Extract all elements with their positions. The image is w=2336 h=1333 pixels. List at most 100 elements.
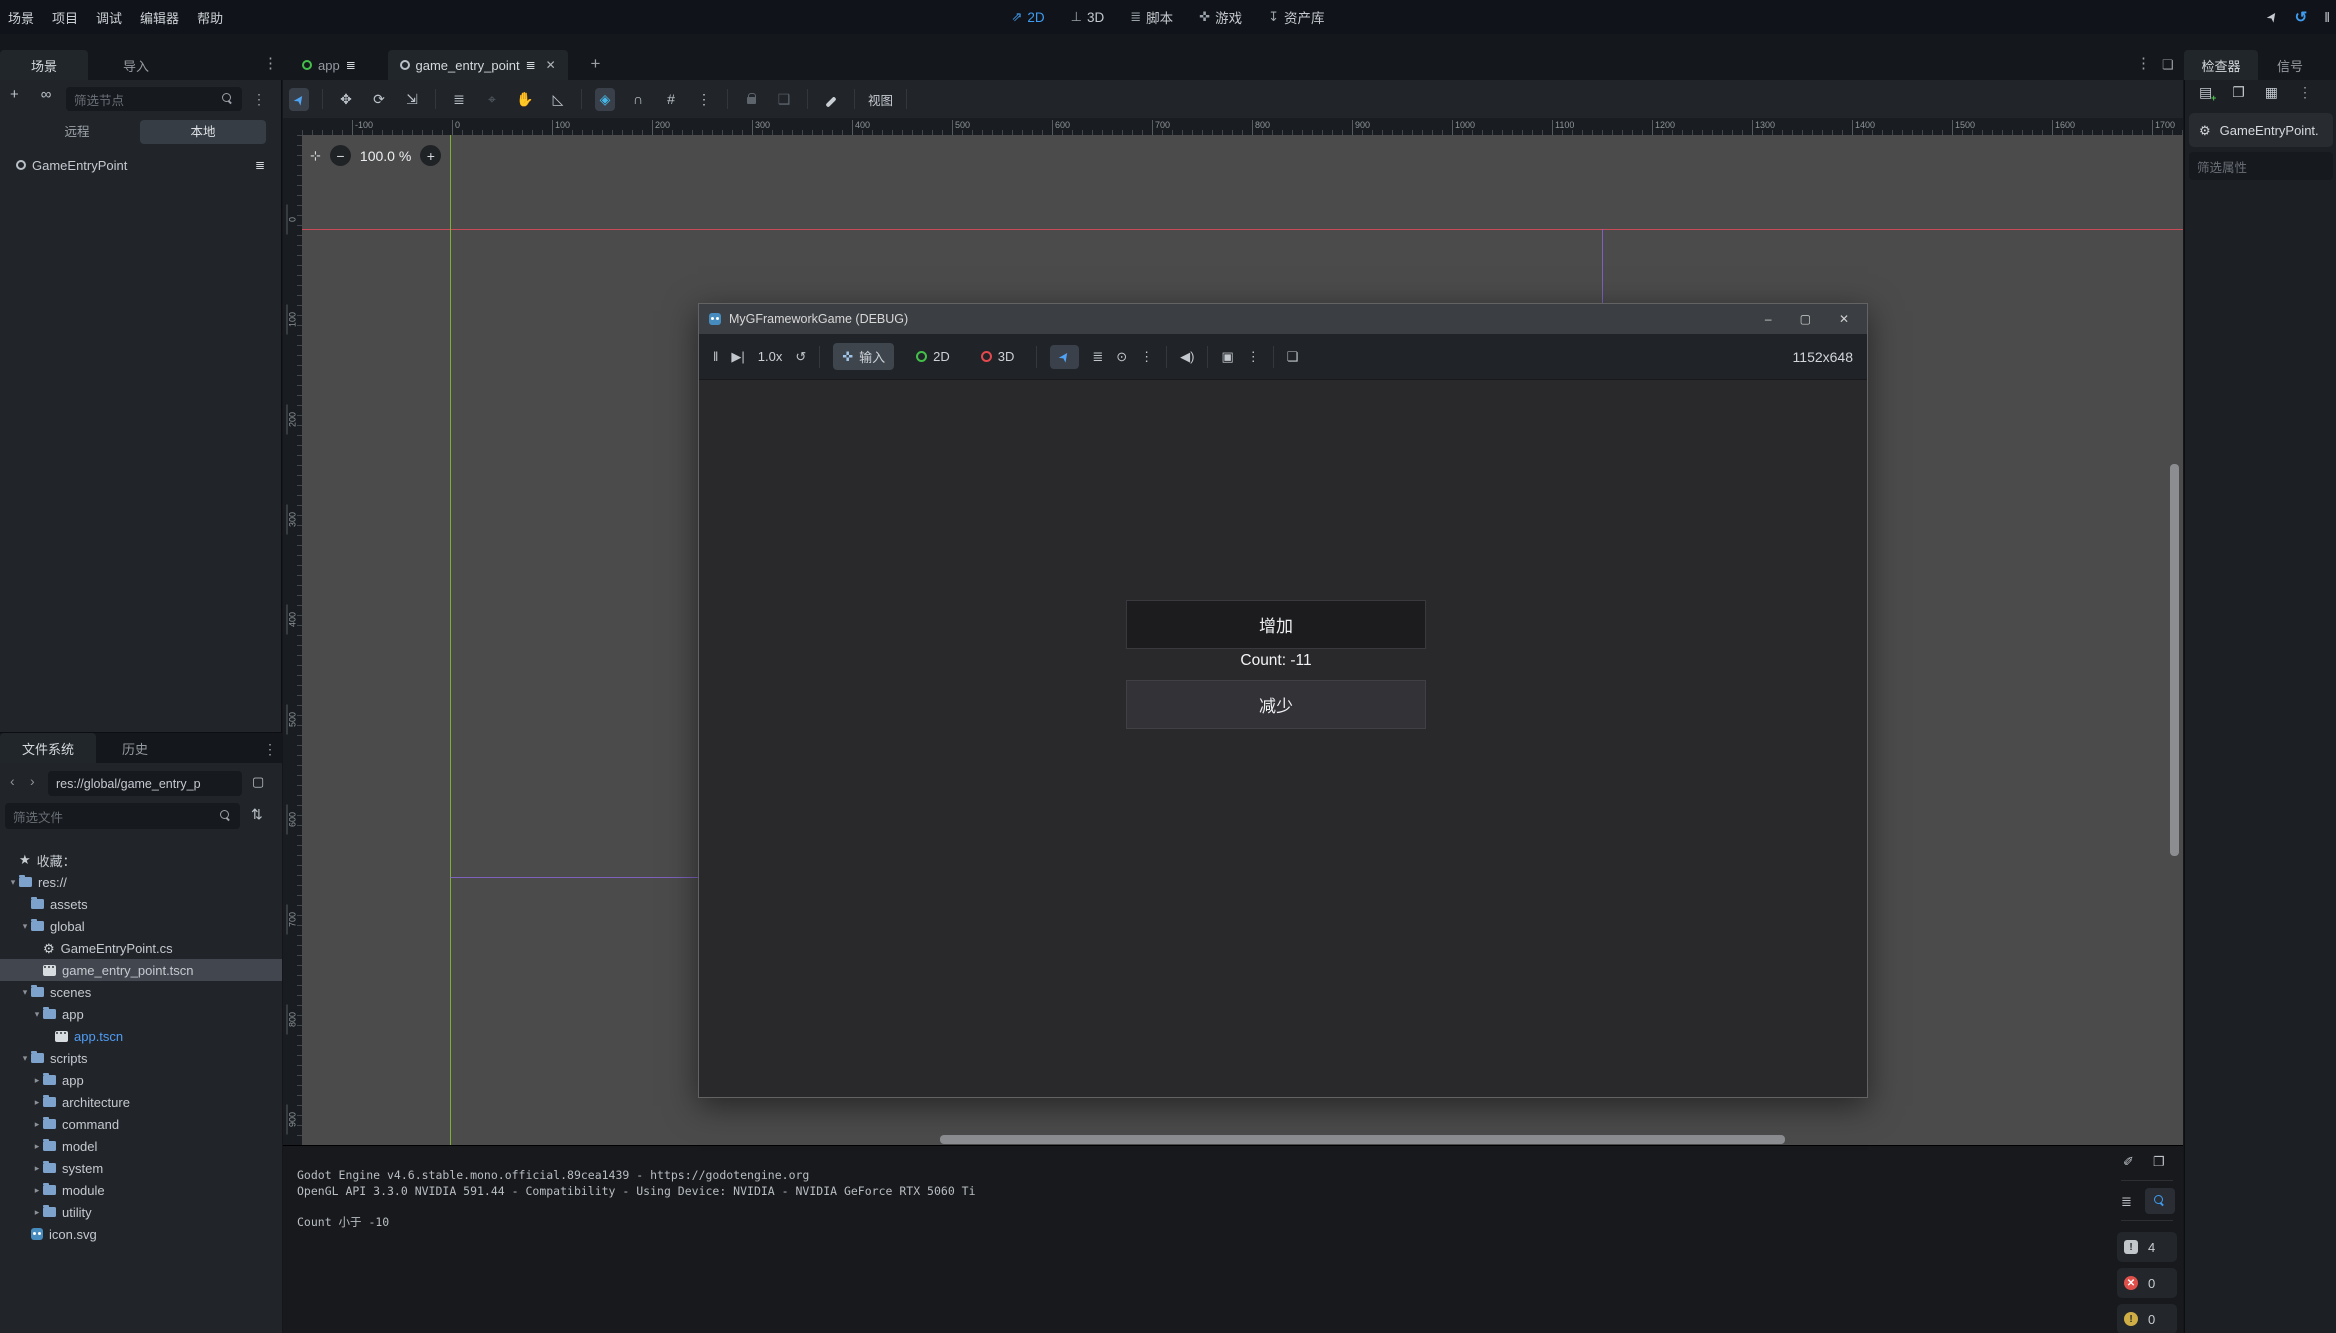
time-scale-value[interactable]: 1.0x <box>758 349 783 364</box>
snap-menu-button[interactable]: ⋮ <box>694 91 714 108</box>
menu-场景[interactable]: 场景 <box>8 8 34 27</box>
move-tool-button[interactable]: ✥ <box>336 91 356 108</box>
fs-item-assets[interactable]: assets <box>0 893 282 915</box>
fs-item-architecture[interactable]: ▸architecture <box>0 1091 282 1113</box>
fs-item-app.tscn[interactable]: app.tscn <box>0 1025 282 1047</box>
fs-item-app[interactable]: ▸app <box>0 1069 282 1091</box>
canvas-horizontal-scrollbar[interactable] <box>940 1135 1785 1144</box>
canvas-vertical-scrollbar[interactable] <box>2170 464 2179 856</box>
load-resource-icon[interactable]: ❐ <box>2232 84 2245 101</box>
chevron-down-icon[interactable]: ▾ <box>19 1053 31 1064</box>
game-window-titlebar[interactable]: MyGFrameworkGame (DEBUG) – ▢ ✕ <box>699 304 1867 334</box>
pause-game-icon[interactable]: ‖ <box>2324 9 2330 25</box>
fs-menu-icon[interactable]: ⋮ <box>263 741 277 758</box>
dock-tab-导入[interactable]: 导入 <box>92 50 180 80</box>
maximize-button[interactable]: ▢ <box>1800 312 1811 326</box>
scene-tree-node-gameentrypoint[interactable]: GameEntryPoint ≣ <box>0 154 281 176</box>
zoom-level[interactable]: 100.0 % <box>360 148 411 164</box>
skeleton-button[interactable] <box>821 91 841 107</box>
chevron-right-icon[interactable]: ▸ <box>31 1097 43 1108</box>
instance-scene-button[interactable]: ∞ <box>41 86 52 103</box>
chevron-right-icon[interactable]: ▸ <box>31 1185 43 1196</box>
chevron-right-icon[interactable]: ▸ <box>31 1207 43 1218</box>
fs-item-[interactable]: ★收藏： <box>0 849 282 871</box>
fs-item-command[interactable]: ▸command <box>0 1113 282 1135</box>
input-mode-button[interactable]: ✜ 输入 <box>833 343 894 370</box>
distraction-free-icon[interactable]: ❏ <box>2162 57 2174 73</box>
rotate-tool-button[interactable]: ⟳ <box>369 91 389 108</box>
reset-time-scale-icon[interactable]: ↺ <box>795 349 806 365</box>
fs-item-GameEntryPoint.cs[interactable]: ⚙GameEntryPoint.cs <box>0 937 282 959</box>
group-button[interactable]: ❑ <box>774 91 794 108</box>
2d-debug-button[interactable]: 2D <box>907 345 959 368</box>
grid-snap-button[interactable]: # <box>661 91 681 107</box>
chevron-right-icon[interactable]: ▸ <box>31 1141 43 1152</box>
fs-item-gameentrypoint.tscn[interactable]: game_entry_point.tscn <box>0 959 282 981</box>
zoom-in-button[interactable]: + <box>420 145 441 166</box>
fs-item-app[interactable]: ▾app <box>0 1003 282 1025</box>
minimize-button[interactable]: – <box>1765 312 1772 326</box>
chevron-right-icon[interactable]: ▸ <box>31 1119 43 1130</box>
fs-item-scripts[interactable]: ▾scripts <box>0 1047 282 1069</box>
suspend-icon[interactable]: ‖ <box>713 349 718 364</box>
filter-files-input[interactable]: 筛选文件 <box>5 803 240 829</box>
2d-view-button[interactable]: ⇗2D <box>1012 9 1045 25</box>
remote-toggle[interactable]: 远程 <box>14 120 140 144</box>
fs-item-utility[interactable]: ▸utility <box>0 1201 282 1223</box>
warnings-badge[interactable]: !0 <box>2117 1304 2177 1333</box>
filter-properties-input[interactable]: 筛选属性 <box>2189 152 2333 180</box>
smart-snap-button[interactable]: ◈ <box>595 88 615 111</box>
inspector-menu-icon[interactable]: ⋮ <box>2298 84 2312 101</box>
add-node-button[interactable]: + <box>10 86 19 103</box>
chevron-down-icon[interactable]: ▾ <box>19 987 31 998</box>
game-camera-icon[interactable]: ⊙ <box>1116 349 1127 365</box>
new-resource-icon[interactable]: ▤+ <box>2199 84 2212 101</box>
search-output-button[interactable] <box>2145 1188 2175 1214</box>
scene-panel-menu-icon[interactable]: ⋮ <box>252 91 266 108</box>
chevron-down-icon[interactable]: ▾ <box>7 877 19 888</box>
asset-library-button[interactable]: ↧资产库 <box>1268 7 1324 27</box>
zoom-out-button[interactable]: − <box>330 145 351 166</box>
new-scene-tab-button[interactable]: + <box>591 54 601 74</box>
decrease-button[interactable]: 减少 <box>1126 680 1426 729</box>
game-list-select-icon[interactable]: ≣ <box>1092 349 1103 365</box>
fs-back-icon[interactable]: ‹ <box>10 773 15 789</box>
chevron-right-icon[interactable]: ▸ <box>31 1075 43 1086</box>
split-view-icon[interactable]: ▢ <box>252 774 264 790</box>
movie-maker-icon[interactable]: ▣ <box>1221 349 1233 365</box>
game-view-button[interactable]: ✜游戏 <box>1199 7 1242 27</box>
fs-tab-文件系统[interactable]: 文件系统 <box>0 733 96 763</box>
ruler-tool-button[interactable]: ◺ <box>548 91 568 108</box>
inspector-tab-检查器[interactable]: 检查器 <box>2184 50 2258 80</box>
fs-item-module[interactable]: ▸module <box>0 1179 282 1201</box>
close-button[interactable]: ✕ <box>1839 312 1849 326</box>
inspector-tab-信号[interactable]: 信号 <box>2258 50 2322 80</box>
save-resource-icon[interactable]: ▦ <box>2265 84 2278 101</box>
game-debug-window[interactable]: MyGFrameworkGame (DEBUG) – ▢ ✕ ‖ ▶| 1.0x… <box>698 303 1868 1098</box>
fs-item-res[interactable]: ▾res:// <box>0 871 282 893</box>
mute-audio-icon[interactable]: ◀) <box>1180 349 1194 365</box>
scene-tabs-menu-icon[interactable]: ⋮ <box>2136 54 2151 72</box>
fs-item-system[interactable]: ▸system <box>0 1157 282 1179</box>
game-options-menu-icon[interactable]: ⋮ <box>1140 349 1153 365</box>
messages-badge[interactable]: !4 <box>2117 1232 2177 1262</box>
next-frame-icon[interactable]: ▶| <box>731 349 744 365</box>
copy-output-icon[interactable]: ❐ <box>2153 1154 2165 1170</box>
menu-编辑器[interactable]: 编辑器 <box>140 8 179 27</box>
script-icon[interactable]: ≣ <box>526 58 536 72</box>
inspector-tab-节点[interactable]: 节点 <box>2322 50 2336 80</box>
fullscreen-icon[interactable]: ❏ <box>1287 349 1299 365</box>
dock-menu-icon[interactable]: ⋮ <box>263 54 278 72</box>
pan-tool-button[interactable]: ✋ <box>515 91 535 108</box>
pixel-snap-button[interactable]: ⌖ <box>482 91 502 108</box>
3d-debug-button[interactable]: 3D <box>972 345 1024 368</box>
snap-options-button[interactable]: ∩ <box>628 91 648 107</box>
scale-tool-button[interactable]: ⇲ <box>402 91 422 108</box>
chevron-down-icon[interactable]: ▾ <box>31 1009 43 1020</box>
game-select-tool-button[interactable]: ➤ <box>1050 345 1079 369</box>
lock-button[interactable] <box>741 91 761 107</box>
fs-item-global[interactable]: ▾global <box>0 915 282 937</box>
scene-tab-app[interactable]: app≣ <box>290 50 368 80</box>
fs-item-model[interactable]: ▸model <box>0 1135 282 1157</box>
center-view-icon[interactable]: ⊹ <box>310 148 321 164</box>
